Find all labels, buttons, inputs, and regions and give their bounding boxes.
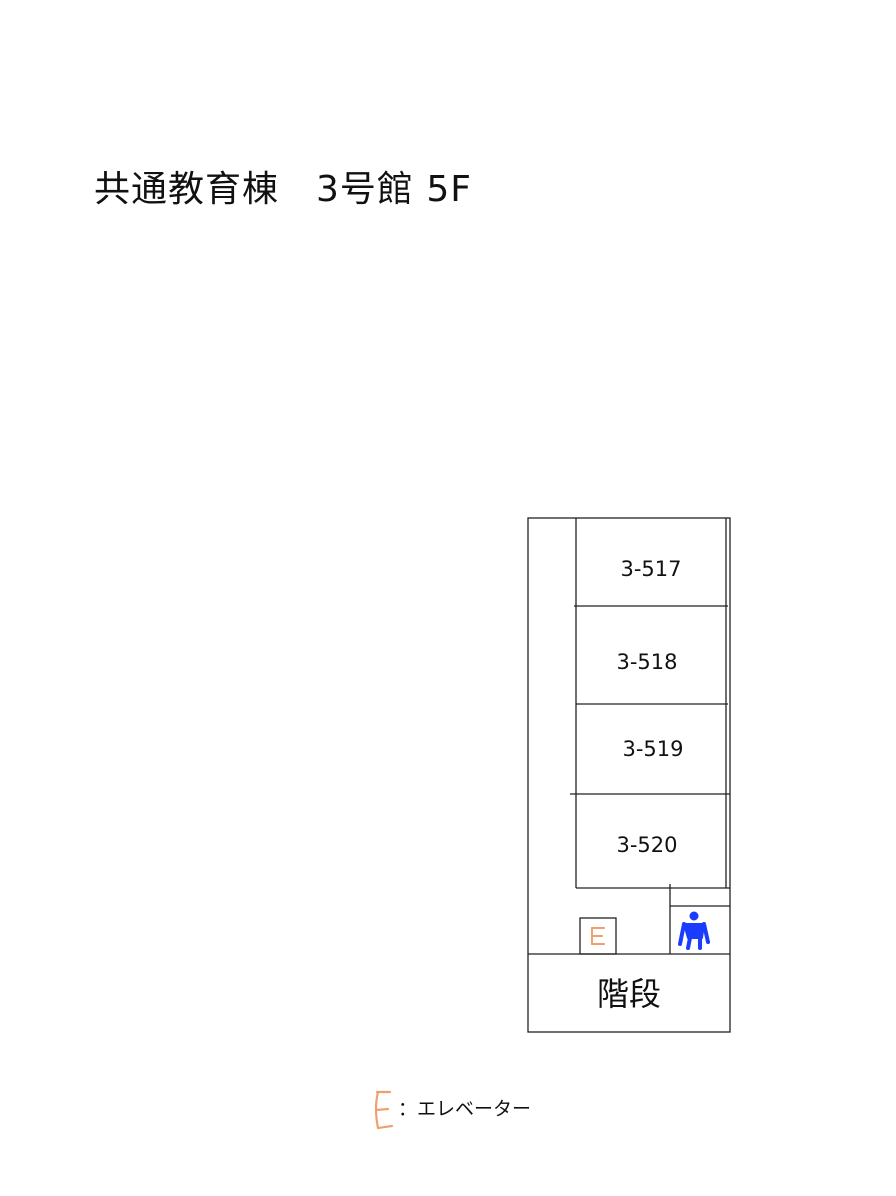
room-3-518: 3-518 <box>616 650 678 674</box>
elevator-E-icon <box>582 920 614 956</box>
elevator-legend-icon <box>368 1086 398 1138</box>
room-3-520: 3-520 <box>616 833 678 857</box>
room-3-519: 3-519 <box>622 737 684 761</box>
floor-plan-lines <box>527 517 731 1033</box>
restroom-person-icon <box>676 910 716 956</box>
room-3-517: 3-517 <box>620 557 682 581</box>
stairs-label: 階段 <box>596 975 661 1013</box>
legend-elevator-text: ：エレベーター <box>398 1098 532 1120</box>
